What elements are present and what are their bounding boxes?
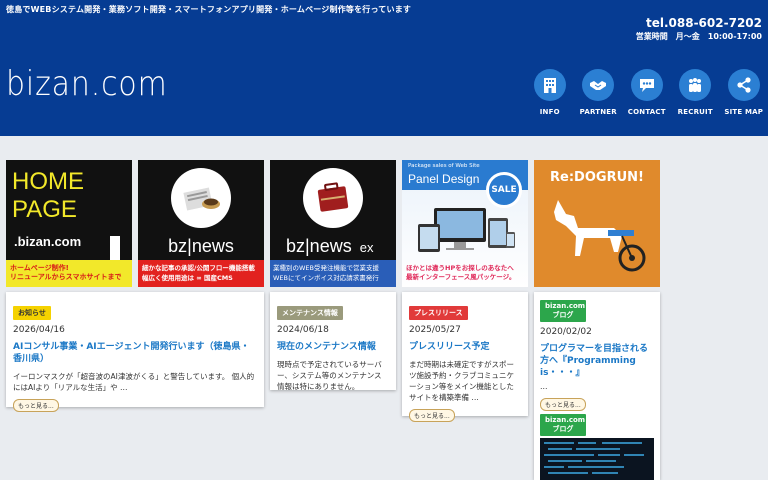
post-tag: bizan.com ブログ — [540, 300, 586, 322]
banner-caption: ほかとは違うHPをお探しのあなたへ 最新インターフェース風パッケージ。 — [406, 264, 516, 281]
banner-brand: .bizan.com — [14, 234, 82, 249]
briefcase-icon — [303, 168, 363, 228]
code-screen-thumbnail[interactable] — [540, 438, 654, 480]
building-icon — [533, 69, 566, 101]
nav-label: RECRUIT — [677, 108, 713, 116]
handshake-icon — [582, 69, 615, 101]
post-title[interactable]: プレスリリース予定 — [409, 341, 521, 353]
banner-caption: ホームページ制作! リニューアルからスマホサイトまで — [10, 264, 122, 281]
main-nav: INFO PARTNER CONTACT RECRUIT SITE MAP — [526, 69, 768, 116]
site-tagline: 徳島でWEBシステム開発・業務ソフト開発・スマートフォンアプリ開発・ホームページ… — [6, 5, 412, 14]
banner-title: bz|news — [168, 236, 234, 256]
more-button[interactable]: もっと見る... — [13, 399, 59, 412]
nav-item-recruit[interactable]: RECRUIT — [671, 69, 720, 116]
post-excerpt: 現時点で予定されているサーバー、システム等のメンテナンス情報は特にありません。 — [277, 360, 382, 391]
site-header: 徳島でWEBシステム開発・業務ソフト開発・スマートフォンアプリ開発・ホームページ… — [0, 0, 768, 136]
nav-label: INFO — [539, 108, 560, 116]
newspaper-coffee-icon — [171, 168, 231, 228]
banner-panel-design[interactable]: Package sales of Web Site Panel Design S… — [402, 160, 528, 287]
post-card[interactable]: お知らせ 2026/04/16 AIコンサル事業・AIエージェント開発行います（… — [6, 292, 264, 412]
share-network-icon — [727, 69, 760, 101]
post-card[interactable]: プレスリリース 2025/05/27 プレスリリース予定 まだ時期は未確定ですが… — [402, 292, 528, 422]
banner-decor — [110, 236, 120, 260]
banner-caption: 細かな記事の承認/公開フロー機能搭載 幅広く使用用途は ∞ 国産CMS — [138, 260, 264, 287]
banner-title: Panel Design — [408, 172, 480, 186]
chat-bubble-icon — [630, 69, 663, 101]
business-hours: 営業時間 月〜金 10:00-17:00 — [635, 32, 762, 41]
dog-wheelchair-icon — [554, 200, 646, 272]
post-date: 2026/04/16 — [13, 325, 65, 335]
banner-title: Re:DOGRUN! — [550, 170, 644, 185]
post-title[interactable]: 現在のメンテナンス情報 — [277, 341, 389, 353]
post-title[interactable]: AIコンサル事業・AIエージェント開発行います（徳島県・香川県） — [13, 341, 257, 365]
banner-bznews[interactable]: bz|news 細かな記事の承認/公開フロー機能搭載 幅広く使用用途は ∞ 国産… — [138, 160, 264, 287]
sale-badge: SALE — [486, 172, 522, 208]
post-tag: お知らせ — [13, 306, 51, 320]
nav-item-info[interactable]: INFO — [526, 69, 575, 116]
phone-number[interactable]: tel.088-602-7202 — [646, 16, 762, 30]
more-button[interactable]: もっと見る... — [540, 398, 586, 411]
banner-small-text: Package sales of Web Site — [408, 163, 480, 169]
post-date: 2025/05/27 — [409, 325, 461, 335]
more-button[interactable]: もっと見る... — [409, 409, 455, 422]
post-card-blog[interactable]: bizan.com ブログ 2020/02/02 プログラマーを目指される方へ『… — [534, 292, 660, 480]
banner-redogrun[interactable]: Re:DOGRUN! — [534, 160, 660, 287]
banner-caption: 業種別のWEB受発注機能で営業支援 WEBにてインボイス対応請求書発行 — [270, 260, 396, 287]
nav-label: CONTACT — [627, 108, 666, 116]
site-logo[interactable]: bizan.com — [6, 64, 168, 104]
devices-illustration — [418, 208, 515, 252]
post-tag: メンテナンス情報 — [277, 306, 343, 320]
post-excerpt: イーロンマスクが「超音波のAI津波がくる」と警告しています。 個人的にはAIより… — [13, 372, 255, 392]
post-date: 2020/02/02 — [540, 327, 592, 337]
post-excerpt: … — [540, 382, 548, 391]
people-icon — [679, 69, 712, 101]
banner-title: bz|news ex — [286, 236, 374, 256]
code-lines-icon — [544, 442, 644, 474]
nav-item-contact[interactable]: CONTACT — [623, 69, 672, 116]
nav-label: PARTNER — [579, 108, 617, 116]
banner-homepage[interactable]: HOME PAGE .bizan.com ホームページ制作! リニューアルからス… — [6, 160, 132, 287]
nav-item-sitemap[interactable]: SITE MAP — [720, 69, 768, 116]
nav-item-partner[interactable]: PARTNER — [574, 69, 623, 116]
post-card[interactable]: メンテナンス情報 2024/06/18 現在のメンテナンス情報 現時点で予定され… — [270, 292, 396, 391]
banner-headline: HOME PAGE — [12, 168, 84, 223]
post-excerpt: まだ時期は未確定ですがスポーツ施設予約・クラブコミュニケーション等をメイン機能と… — [409, 360, 514, 402]
post-title[interactable]: プログラマーを目指される方へ『Programming is・・・』 — [540, 343, 654, 379]
post-tag: プレスリリース — [409, 306, 468, 320]
post-date: 2024/06/18 — [277, 325, 329, 335]
banner-bznews-ex[interactable]: bz|news ex 業種別のWEB受発注機能で営業支援 WEBにてインボイス対… — [270, 160, 396, 287]
nav-label: SITE MAP — [724, 108, 764, 116]
post-tag: bizan.com ブログ — [540, 414, 586, 436]
